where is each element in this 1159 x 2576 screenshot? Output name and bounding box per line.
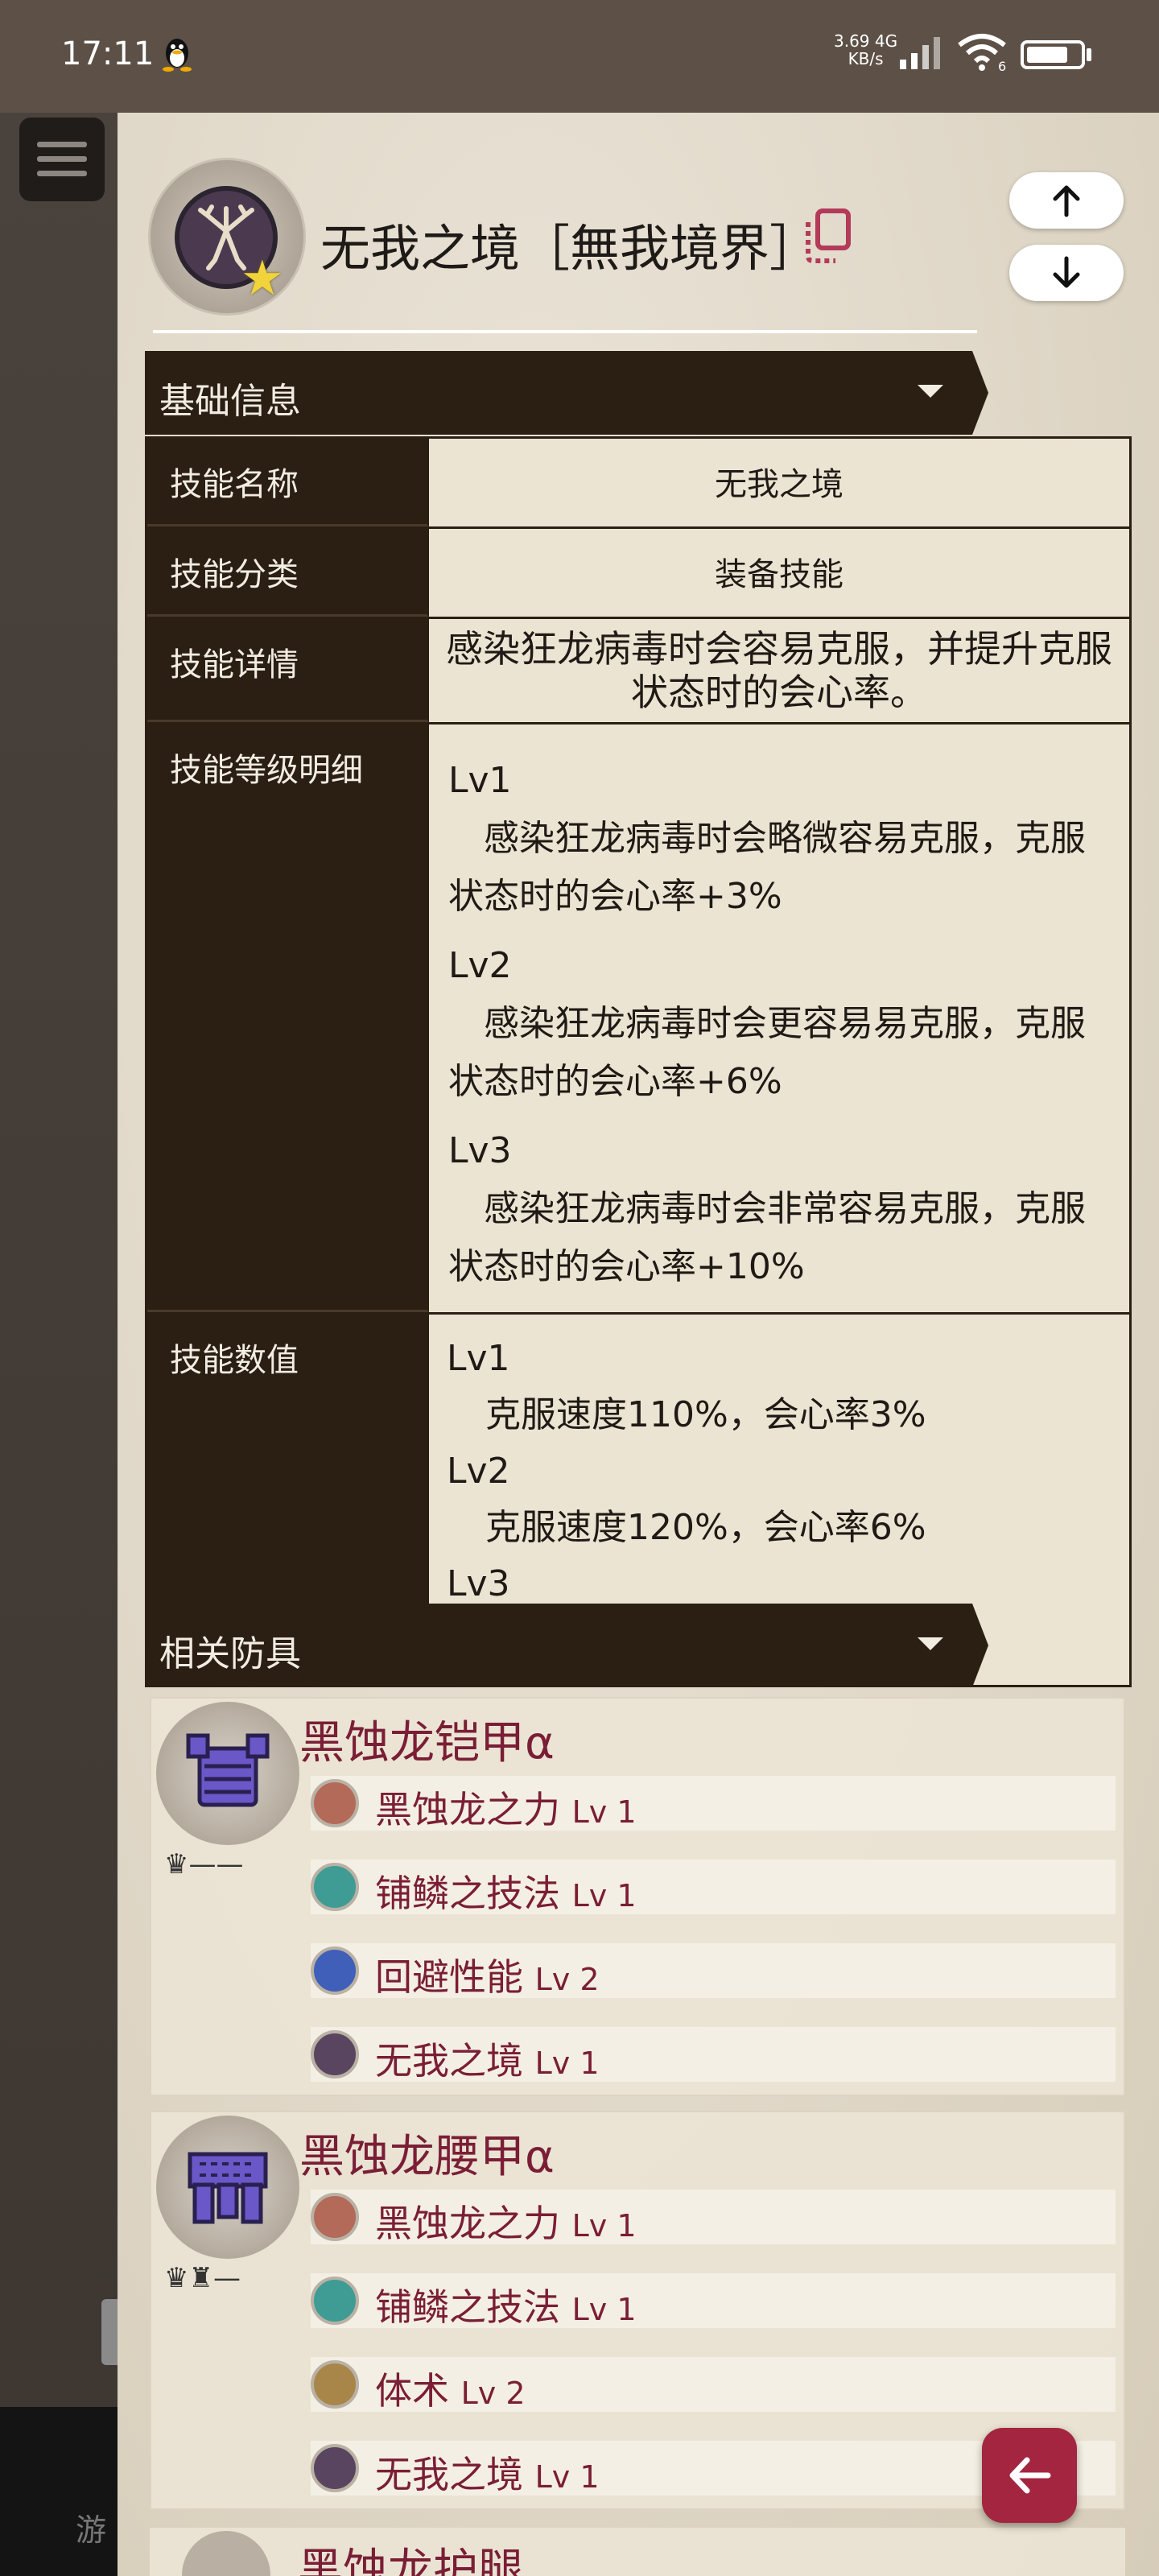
armor-skill-row[interactable]: 铺鳞之技法 Lv 1 xyxy=(311,1860,1116,1915)
battery-icon xyxy=(1021,40,1085,69)
level-entry: Lv1 感染狂龙病毒时会略微容易克服，克服状态时的会心率+3% xyxy=(448,752,1110,926)
skill-badge-icon xyxy=(311,2193,359,2241)
armor-name: 黑蚀龙腰甲α xyxy=(299,2131,555,2183)
level-desc: 感染狂龙病毒时会更容易易克服，克服状态时的会心率+6% xyxy=(448,1003,1086,1102)
svg-text:6: 6 xyxy=(998,59,1006,72)
row-skill-name: 技能名称 无我之境 xyxy=(147,439,1129,529)
hamburger-menu-icon[interactable] xyxy=(19,118,105,201)
armor-skill-row[interactable]: 铺鳞之技法 Lv 1 xyxy=(311,2273,1116,2329)
armor-skill-name: 无我之境 Lv 1 xyxy=(375,2453,600,2496)
skill-badge-icon xyxy=(311,2444,359,2492)
armor-card[interactable]: ♛♜— 黑蚀龙腰甲α 黑蚀龙之力 Lv 1 铺鳞之技法 Lv 1 体术 Lv 2… xyxy=(150,2111,1125,2510)
skill-badge-icon xyxy=(311,2360,359,2409)
armor-skill-row[interactable]: 回避性能 Lv 2 xyxy=(311,1943,1116,1999)
scroll-up-button[interactable] xyxy=(1009,172,1124,229)
chevron-down-icon xyxy=(918,1637,943,1650)
row-value: 装备技能 xyxy=(429,529,1129,617)
armor-card[interactable]: ♛—— 黑蚀龙铠甲α 黑蚀龙之力 Lv 1 铺鳞之技法 Lv 1 回避性能 Lv… xyxy=(150,1697,1125,2096)
armor-skill-name: 黑蚀龙之力 Lv 1 xyxy=(375,1788,637,1831)
arrow-up-icon xyxy=(1053,185,1080,217)
level-entry: Lv2 感染狂龙病毒时会更容易易克服，克服状态时的会心率+6% xyxy=(448,937,1110,1111)
row-key: 技能详情 xyxy=(147,619,429,722)
page-title: 无我之境［無我境界］ xyxy=(320,219,820,278)
armor-skill-name: 黑蚀龙之力 Lv 1 xyxy=(375,2202,637,2245)
status-bar: 17:11 3.69 4G KB/s 6 xyxy=(0,0,1159,113)
armor-skill-name: 无我之境 Lv 1 xyxy=(375,2039,600,2083)
value-level-desc: 克服速度110%，会心率3% xyxy=(485,1394,926,1435)
armor-icon xyxy=(182,2531,270,2576)
armor-skill-name: 铺鳞之技法 Lv 1 xyxy=(375,2285,637,2329)
section-title: 相关防具 xyxy=(159,1633,301,1674)
armor-card-peek[interactable]: 黑蚀龙护腿 xyxy=(150,2528,1125,2576)
level-entry: Lv3 感染狂龙病毒时会非常容易克服，克服状态时的会心率+10% xyxy=(448,1122,1110,1296)
scroll-down-button[interactable] xyxy=(1009,245,1124,301)
side-chip xyxy=(101,2299,118,2365)
level-label: Lv1 xyxy=(448,760,512,801)
arrow-left-icon xyxy=(1009,2457,1051,2494)
row-key: 技能等级明细 xyxy=(147,724,429,1312)
armor-skill-name: 铺鳞之技法 Lv 1 xyxy=(375,1872,637,1915)
drawer-scrim[interactable] xyxy=(0,113,118,2576)
armor-skill-name: 回避性能 Lv 2 xyxy=(375,1955,600,1999)
armor-name: 黑蚀龙护腿 xyxy=(298,2545,523,2576)
bottom-bar-text: 游 xyxy=(76,2512,107,2548)
star-icon: ★ xyxy=(241,250,284,307)
level-label: Lv3 xyxy=(448,1130,512,1171)
decoration-slots: ♛—— xyxy=(164,1848,244,1880)
armor-skill-row[interactable]: 黑蚀龙之力 Lv 1 xyxy=(311,2190,1116,2245)
skill-badge-icon xyxy=(311,2030,359,2079)
armor-name: 黑蚀龙铠甲α xyxy=(299,1717,555,1769)
row-value: 无我之境 xyxy=(429,439,1129,526)
skill-icon: ★ xyxy=(148,158,306,316)
section-title: 基础信息 xyxy=(159,381,301,422)
value-level-desc: 克服速度120%，会心率6% xyxy=(485,1507,926,1548)
arrow-down-icon xyxy=(1053,256,1080,288)
skill-badge-icon xyxy=(311,1863,359,1911)
row-skill-category: 技能分类 装备技能 xyxy=(147,529,1129,619)
row-value: 感染狂龙病毒时会容易克服，并提升克服状态时的会心率。 xyxy=(429,619,1129,722)
armor-skill-row[interactable]: 无我之境 Lv 1 xyxy=(311,2027,1116,2083)
back-button[interactable] xyxy=(982,2428,1077,2523)
armor-skill-row[interactable]: 黑蚀龙之力 Lv 1 xyxy=(311,1776,1116,1831)
status-time: 17:11 xyxy=(61,35,155,72)
skill-info-table: 技能名称 无我之境 技能分类 装备技能 技能详情 感染狂龙病毒时会容易克服，并提… xyxy=(145,436,1132,1687)
value-level-label: Lv1 xyxy=(447,1338,510,1379)
chevron-down-icon xyxy=(918,385,943,398)
slot-gem-icon: ♛♜ xyxy=(164,2262,213,2294)
row-skill-detail: 技能详情 感染狂龙病毒时会容易克服，并提升克服状态时的会心率。 xyxy=(147,619,1129,724)
chest-armor-icon xyxy=(156,1702,299,1845)
skill-badge-icon xyxy=(311,1779,359,1827)
row-key: 技能名称 xyxy=(147,439,429,526)
net-speed-indicator: 3.69 4G KB/s xyxy=(834,31,898,68)
row-key: 技能分类 xyxy=(147,529,429,617)
armor-skill-row[interactable]: 体术 Lv 2 xyxy=(311,2357,1116,2413)
level-label: Lv2 xyxy=(448,945,512,986)
row-skill-levels: 技能等级明细 Lv1 感染狂龙病毒时会略微容易克服，克服状态时的会心率+3% L… xyxy=(147,724,1129,1315)
row-value: Lv1 感染狂龙病毒时会略微容易克服，克服状态时的会心率+3% Lv2 感染狂龙… xyxy=(429,724,1129,1312)
level-desc: 感染狂龙病毒时会非常容易克服，克服状态时的会心率+10% xyxy=(448,1188,1086,1287)
decoration-slots: ♛♜— xyxy=(164,2262,241,2294)
wifi-icon: 6 xyxy=(958,34,1006,72)
skill-badge-icon xyxy=(311,2277,359,2325)
qq-penguin-icon xyxy=(163,39,192,72)
level-desc: 感染狂龙病毒时会略微容易克服，克服状态时的会心率+3% xyxy=(448,818,1086,917)
skill-badge-icon xyxy=(311,1946,359,1995)
value-level-label: Lv2 xyxy=(447,1451,510,1492)
copy-icon[interactable] xyxy=(798,206,853,267)
signal-icon xyxy=(900,37,940,69)
section-basic-info[interactable]: 基础信息 xyxy=(145,351,988,435)
header-divider xyxy=(153,330,977,333)
waist-armor-icon xyxy=(156,2116,299,2259)
section-related-armor[interactable]: 相关防具 xyxy=(145,1604,988,1687)
bottom-bar xyxy=(0,2407,118,2576)
armor-skill-name: 体术 Lv 2 xyxy=(375,2369,526,2413)
slot-gem-icon: ♛ xyxy=(164,1848,189,1880)
